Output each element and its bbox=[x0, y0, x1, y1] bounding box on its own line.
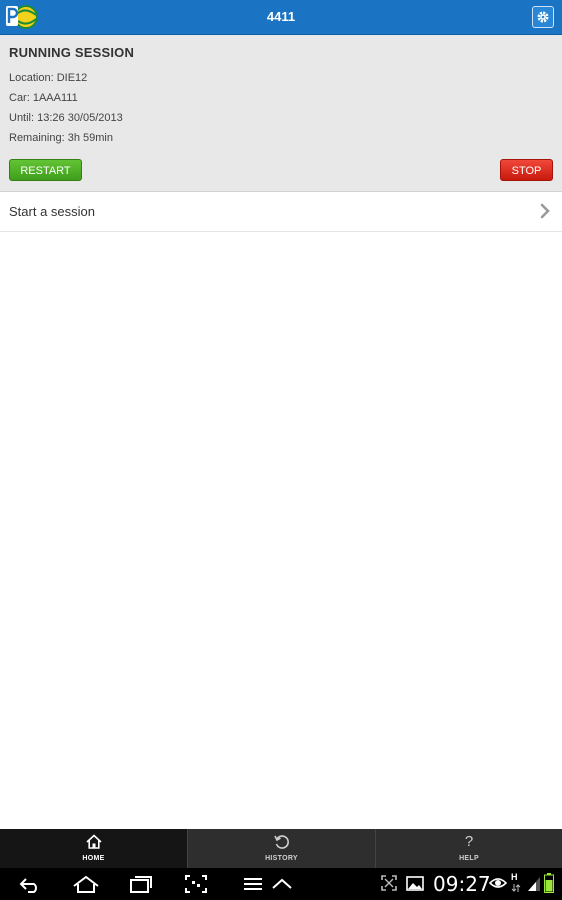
chevron-up-icon[interactable] bbox=[270, 874, 294, 894]
fullscreen-icon bbox=[381, 875, 397, 891]
app-bar: 4411 bbox=[0, 0, 562, 35]
gear-icon bbox=[537, 11, 549, 23]
history-icon bbox=[273, 835, 289, 849]
home-icon bbox=[85, 834, 102, 849]
status-clock: 09:27 bbox=[433, 872, 491, 896]
start-session-label: Start a session bbox=[9, 204, 95, 219]
session-until: Until: 13:26 30/05/2013 bbox=[9, 112, 123, 124]
session-heading: RUNNING SESSION bbox=[9, 45, 135, 60]
back-icon[interactable] bbox=[16, 874, 42, 894]
gallery-icon bbox=[406, 876, 424, 891]
screenshot-icon[interactable] bbox=[184, 874, 208, 894]
chevron-right-icon bbox=[540, 203, 550, 219]
data-arrows-icon bbox=[511, 884, 521, 892]
tab-history-label: HISTORY bbox=[265, 855, 298, 862]
tab-history[interactable]: HISTORY bbox=[188, 829, 375, 868]
help-icon: ? bbox=[464, 833, 474, 850]
session-location: Location: DIE12 bbox=[9, 72, 88, 84]
system-nav-bar: 09:27 H bbox=[0, 868, 562, 900]
tab-help[interactable]: ? HELP bbox=[376, 829, 562, 868]
menu-icon[interactable] bbox=[242, 874, 264, 894]
running-session-panel: RUNNING SESSION Location: DIE12 Car: 1AA… bbox=[0, 35, 562, 192]
network-type-label: H bbox=[511, 872, 518, 882]
app-title: 4411 bbox=[266, 9, 296, 24]
battery-icon bbox=[544, 873, 554, 893]
tab-help-label: HELP bbox=[459, 855, 479, 862]
signal-icon bbox=[528, 877, 540, 891]
bottom-tab-bar: HOME HISTORY ? HELP bbox=[0, 829, 562, 868]
stop-button[interactable]: STOP bbox=[500, 159, 553, 181]
start-session-row[interactable]: Start a session bbox=[0, 192, 562, 232]
tab-home-label: HOME bbox=[82, 855, 105, 862]
recent-apps-icon[interactable] bbox=[128, 874, 154, 894]
settings-button[interactable] bbox=[532, 6, 554, 28]
eye-icon bbox=[489, 878, 507, 888]
restart-button[interactable]: RESTART bbox=[9, 159, 82, 181]
home-nav-icon[interactable] bbox=[72, 874, 100, 894]
session-car: Car: 1AAA111 bbox=[9, 92, 78, 104]
session-remaining: Remaining: 3h 59min bbox=[9, 132, 113, 144]
tab-home[interactable]: HOME bbox=[0, 829, 187, 868]
